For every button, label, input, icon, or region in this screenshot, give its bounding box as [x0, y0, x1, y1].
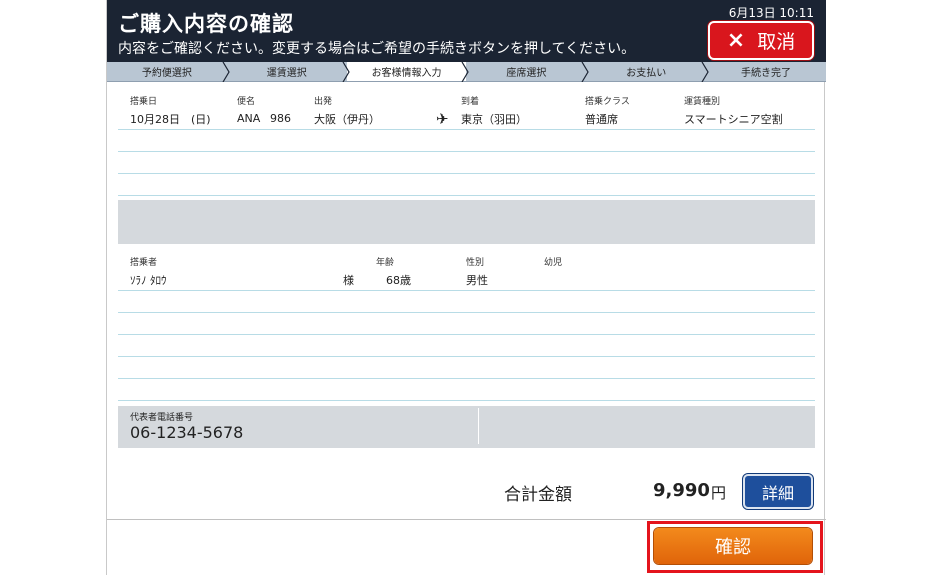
flight-table: 搭乗日 便名 出発 到着 搭乗クラス 運賃種別 10月28日 (日) ANA 9…	[118, 92, 815, 196]
step-label: 予約便選択	[141, 68, 192, 79]
passenger-gender: 男性	[466, 273, 488, 287]
flight-table-header: 搭乗日 便名 出発 到着 搭乗クラス 運賃種別	[118, 92, 815, 108]
header-class: 搭乗クラス	[585, 96, 630, 107]
step-label: 運賃選択	[266, 68, 307, 79]
contact-phone-label: 代表者電話番号	[130, 413, 194, 423]
flight-class: 普通席	[585, 112, 618, 126]
kiosk-screen: ご購入内容の確認 内容をご確認ください。変更する場合はご希望の手続きボタンを押し…	[106, 0, 826, 575]
step-seat-selection: 座席選択	[466, 62, 590, 82]
table-row	[118, 174, 815, 196]
table-row	[118, 291, 815, 313]
table-row	[118, 335, 815, 357]
chevron-right-icon	[701, 62, 709, 82]
flight-number: 986	[270, 112, 291, 125]
contact-phone-value: 06-1234-5678	[130, 423, 244, 442]
header-age: 年齢	[376, 257, 395, 268]
flight-departure: 大阪（伊丹）	[314, 112, 380, 126]
separator-band	[118, 200, 815, 244]
header-arrival: 到着	[461, 96, 480, 107]
close-icon: ×	[726, 27, 746, 53]
total-label: 合計金額	[504, 485, 572, 505]
passenger-name: ｿﾗﾉ ﾀﾛｳ	[130, 273, 167, 287]
progress-steps: 予約便選択 運賃選択 お客様情報入力 座席選択 お支払い 手続き完了	[107, 62, 826, 82]
page-subtitle: 内容をご確認ください。変更する場合はご希望の手続きボタンを押してください。	[118, 41, 636, 57]
table-row	[118, 379, 815, 401]
total-amount: 9,990	[653, 480, 710, 501]
detail-button[interactable]: 詳細	[743, 474, 813, 509]
box-divider	[478, 408, 479, 444]
step-label: お客様情報入力	[371, 68, 442, 79]
cancel-button-label: 取消	[757, 31, 796, 53]
passenger-age: 68歳	[386, 273, 411, 287]
table-row: 10月28日 (日) ANA 986 大阪（伊丹） ✈ 東京（羽田） 普通席 ス…	[118, 108, 815, 130]
airplane-icon: ✈	[436, 109, 449, 128]
total-currency: 円	[711, 484, 727, 502]
step-customer-info: お客様情報入力	[346, 62, 470, 82]
passenger-honorific: 様	[343, 273, 354, 287]
header-fare: 運賃種別	[684, 96, 721, 107]
page-title: ご購入内容の確認	[118, 12, 294, 36]
header-infant: 幼児	[544, 257, 563, 268]
confirm-button[interactable]: 確認	[654, 528, 812, 564]
chevron-right-icon	[581, 62, 590, 82]
table-row: ｿﾗﾉ ﾀﾛｳ 様 68歳 男性	[118, 269, 815, 291]
flight-arrival: 東京（羽田）	[461, 112, 527, 126]
step-label: お支払い	[626, 68, 667, 79]
header-date: 搭乗日	[130, 96, 158, 107]
contact-phone-box: 代表者電話番号 06-1234-5678	[118, 406, 815, 448]
chevron-right-icon	[461, 62, 470, 82]
flight-airline: ANA	[237, 112, 261, 125]
table-row	[118, 313, 815, 335]
header-flight-no: 便名	[237, 96, 256, 107]
step-payment: お支払い	[586, 62, 709, 82]
step-flight-selection: 予約便選択	[107, 62, 230, 82]
page-header: ご購入内容の確認 内容をご確認ください。変更する場合はご希望の手続きボタンを押し…	[107, 0, 826, 62]
flight-fare: スマートシニア空割	[684, 112, 783, 126]
passenger-table-header: 搭乗者 年齢 性別 幼児	[118, 253, 815, 269]
table-row	[118, 357, 815, 379]
header-departure: 出発	[314, 96, 333, 107]
step-fare-selection: 運賃選択	[227, 62, 350, 82]
passenger-table: 搭乗者 年齢 性別 幼児 ｿﾗﾉ ﾀﾛｳ 様 68歳 男性	[118, 253, 815, 401]
header-passenger: 搭乗者	[130, 257, 158, 268]
table-row	[118, 152, 815, 174]
table-row	[118, 130, 815, 152]
step-label: 手続き完了	[741, 68, 792, 79]
chevron-right-icon	[342, 62, 350, 82]
chevron-right-icon	[222, 62, 230, 82]
cancel-button[interactable]: × 取消	[708, 21, 814, 60]
header-gender: 性別	[466, 257, 485, 268]
step-label: 座席選択	[506, 68, 547, 79]
step-complete: 手続き完了	[706, 62, 826, 81]
flight-date: 10月28日 (日)	[130, 112, 211, 126]
current-datetime: 6月13日 10:11	[728, 6, 814, 20]
footer-divider	[107, 519, 826, 520]
